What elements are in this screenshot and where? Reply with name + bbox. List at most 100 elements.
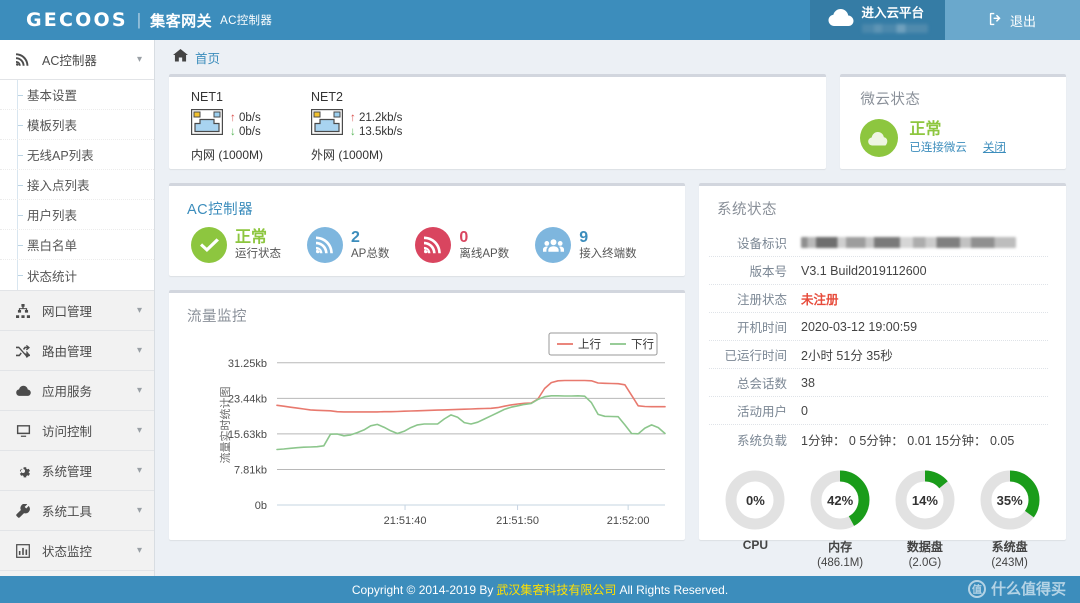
ac-stat-label: 离线AP数 [459, 248, 510, 261]
row-key: 设备标识 [736, 237, 787, 251]
net-rates: ↑ 21.2kb/s ↓ 13.5kb/s [350, 112, 402, 138]
sidebar-group-access-control[interactable]: 访问控制 ▾ [0, 411, 154, 451]
gauge-percent: 14% [911, 492, 938, 508]
sidebar-item-access-point-list[interactable]: 接入点列表 [0, 170, 154, 200]
chevron-down-icon: ▾ [136, 425, 142, 436]
ac-stat-label: 接入终端数 [579, 248, 637, 261]
footer-suffix: All Rights Reserved. [619, 582, 729, 597]
ethernet-port-icon [191, 109, 223, 140]
ac-stat-texts: 2 AP总数 [351, 229, 389, 262]
brand-name: 集客网关 [150, 12, 213, 30]
watermark-label: 什么值得买 [990, 581, 1066, 598]
system-status-table: 设备标识 版本号 V3.1 Build2019112600 注册状态 未注册 开… [699, 219, 1066, 453]
sidebar-item-blacklist-whitelist[interactable]: 黑白名单 [0, 230, 154, 260]
sidebar-group-label: 访问控制 [42, 425, 93, 439]
chevron-down-icon: ▾ [136, 505, 142, 516]
cloud-close-link[interactable]: 关闭 [983, 142, 1006, 155]
net-upload-rate: ↑ 21.2kb/s [350, 112, 402, 124]
resource-gauges: 0% CPU 42% 内存 (486.1M) 14% 数据盘 (2.0G) 35… [699, 453, 1066, 569]
arrow-up-icon: ↑ [230, 111, 236, 124]
breadcrumb-label[interactable]: 首页 [195, 48, 220, 67]
gauge-system-disk: 35% 系统盘 (243M) [970, 469, 1050, 569]
system-status-row: 版本号 V3.1 Build2019112600 [709, 257, 1048, 285]
gauge-ring: 42% [809, 469, 871, 531]
sitemap-icon [13, 303, 33, 319]
chevron-down-icon: ▾ [136, 345, 142, 356]
app-footer: Copyright © 2014-2019 By 武汉集客科技有限公司 All … [0, 576, 1080, 603]
svg-text:21:52:00: 21:52:00 [607, 515, 650, 527]
sidebar-group-system-tools[interactable]: 系统工具 ▾ [0, 491, 154, 531]
ac-stats-row: 正常 运行状态 2 AP总数 0 离线AP数 9 接入终端数 [169, 219, 685, 263]
sidebar-item-label: 无线AP列表 [27, 149, 94, 163]
traffic-chart-svg: 0b 7.81kb 15.63kb 23.44kb 31.25kb 21:51:40 21:… [218, 332, 666, 527]
sidebar-item-wireless-ap-list[interactable]: 无线AP列表 [0, 140, 154, 170]
gauge-cpu: 0% CPU [715, 469, 795, 569]
sidebar-group-port-management[interactable]: 网口管理 ▾ [0, 291, 154, 331]
brand: GECOOS | 集客网关 AC控制器 [0, 0, 272, 40]
net-download-rate: ↓ 13.5kb/s [350, 126, 402, 138]
sidebar-group-label: 状态监控 [42, 545, 93, 559]
check-circle-icon [191, 227, 227, 263]
cloud-icon [13, 383, 33, 399]
upload-value: 21.2kb/s [358, 111, 403, 124]
sidebar-group-status-monitor[interactable]: 状态监控 ▾ [0, 531, 154, 571]
sidebar-group-system-management[interactable]: 系统管理 ▾ [0, 451, 154, 491]
svg-text:流量实时统计图: 流量实时统计图 [218, 387, 232, 464]
ac-stat-label: 运行状态 [235, 248, 281, 261]
sidebar-group-label: 路由管理 [42, 345, 93, 359]
panel-title: AC控制器 [187, 202, 254, 218]
footer-prefix: Copyright © 2014-2019 By [351, 582, 494, 597]
enter-cloud-platform-button[interactable]: 进入云平台 [810, 0, 945, 40]
gauge-ring: 14% [894, 469, 956, 531]
logout-button[interactable]: 退出 [945, 0, 1080, 40]
sidebar-group-ac-controller[interactable]: AC控制器 ▾ [0, 40, 154, 80]
ac-stat-connected-terminals: 9 接入终端数 [535, 227, 637, 263]
app-header: GECOOS | 集客网关 AC控制器 进入云平台 退出 [0, 0, 1080, 40]
wifi-signal-icon [415, 227, 452, 263]
row-key: 活动用户 [736, 405, 787, 419]
watermark: 值 什么值得买 [967, 578, 1066, 599]
gauge-label: CPU [742, 538, 769, 552]
sidebar-group-label: 系统管理 [42, 465, 93, 479]
row-value: V3.1 Build2019112600 [801, 263, 927, 278]
cloud-status-icon [860, 119, 899, 157]
gauge-ring: 35% [979, 469, 1041, 531]
sidebar-item-user-list[interactable]: 用户列表 [0, 200, 154, 230]
wifi-signal-icon [307, 227, 343, 263]
gauge-ring: 0% [724, 469, 786, 531]
sidebar-group-label: AC控制器 [42, 54, 97, 68]
sidebar-item-template-list[interactable]: 模板列表 [0, 110, 154, 140]
sidebar-item-basic-settings[interactable]: 基本设置 [0, 80, 154, 110]
sidebar: AC控制器 ▾ 基本设置 模板列表 无线AP列表 接入点列表 用户列表 黑白名单… [0, 40, 155, 603]
net-rates: ↑ 0b/s ↓ 0b/s [230, 112, 261, 138]
ac-stat-value: 9 [579, 228, 589, 246]
logout-icon [989, 12, 1003, 29]
sidebar-item-label: 模板列表 [27, 119, 78, 133]
chevron-down-icon: ▾ [136, 54, 142, 65]
gauge-percent: 0% [745, 492, 765, 508]
network-interfaces-panel: NET1 ↑ 0b/s ↓ 0b/s 内网 (1000M) NET2 ↑ 21.… [169, 74, 827, 169]
sidebar-group-application-service[interactable]: 应用服务 ▾ [0, 371, 154, 411]
net-interface-block: NET2 ↑ 21.2kb/s ↓ 13.5kb/s 外网 (1000M) [311, 90, 431, 169]
main-content: 首页 NET1 ↑ 0b/s ↓ 0b/s 内网 (1000M) NET2 ↑ … [155, 40, 1080, 576]
sidebar-item-label: 基本设置 [27, 89, 78, 103]
row-key: 开机时间 [736, 321, 787, 335]
svg-text:15.63kb: 15.63kb [228, 429, 267, 441]
sidebar-group-label: 系统工具 [42, 505, 93, 519]
panel-title: 流量监控 [187, 309, 247, 325]
system-status-row: 设备标识 [709, 229, 1048, 257]
shuffle-icon [13, 343, 33, 359]
row-key: 已运行时间 [724, 349, 787, 363]
svg-text:31.25kb: 31.25kb [228, 358, 267, 370]
row-value: 2小时 51分 35秒 [801, 349, 893, 363]
brand-separator: | [136, 10, 142, 29]
net-interface-name: NET1 [191, 90, 223, 104]
net-interface-footer: 外网 (1000M) [311, 148, 384, 162]
row-key: 注册状态 [736, 293, 787, 307]
ethernet-port-icon [311, 109, 343, 140]
bar-chart-icon [13, 543, 33, 559]
sidebar-item-status-statistics[interactable]: 状态统计 [0, 260, 154, 290]
sidebar-group-route-management[interactable]: 路由管理 ▾ [0, 331, 154, 371]
cloud-button-redacted-subtext [861, 23, 928, 33]
traffic-chart: 0b 7.81kb 15.63kb 23.44kb 31.25kb 21:51:40 21:… [169, 327, 685, 539]
